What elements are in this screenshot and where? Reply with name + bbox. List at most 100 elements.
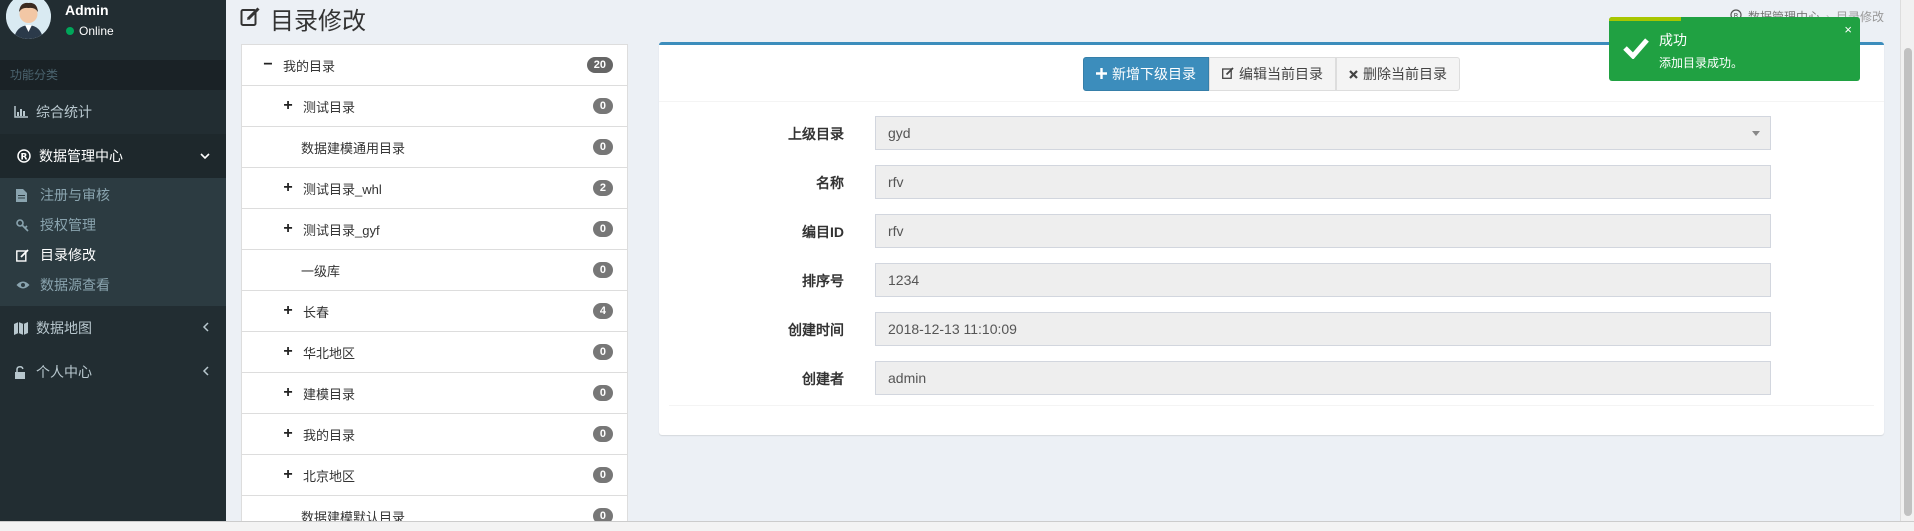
tree-node-label: 建模目录 — [303, 386, 356, 402]
unlock-icon — [14, 365, 36, 379]
catalog-tree: − 我的目录 20 + 测试目录 0 数据建模通用目录 0 + 测试目录_whl… — [241, 44, 628, 524]
add-child-catalog-button[interactable]: 新增下级目录 — [1083, 57, 1209, 91]
edit-catalog-label: 编辑当前目录 — [1239, 66, 1323, 82]
sidebar-item-personal[interactable]: 个人中心 — [0, 350, 226, 394]
name-field[interactable]: rfv — [875, 165, 1771, 199]
count-badge: 0 — [592, 98, 613, 114]
delete-catalog-button[interactable]: 删除当前目录 — [1336, 57, 1460, 91]
tree-node-label: 我的目录 — [283, 58, 336, 74]
edit-catalog-button[interactable]: 编辑当前目录 — [1209, 57, 1336, 91]
form-row-parent: 上级目录 gyd — [659, 116, 1884, 152]
form-row-code: 编目ID rfv — [659, 214, 1884, 250]
tree-node[interactable]: 一级库 0 — [242, 250, 627, 291]
toast-message: 添加目录成功。 — [1659, 56, 1744, 70]
form-divider — [669, 405, 1874, 406]
tree-node[interactable]: + 测试目录 0 — [242, 86, 627, 127]
code-field[interactable]: rfv — [875, 214, 1771, 248]
parent-select-value: gyd — [888, 125, 911, 141]
expand-icon[interactable]: + — [279, 220, 297, 238]
expand-icon[interactable]: + — [279, 179, 297, 197]
eye-icon — [16, 280, 40, 290]
sidebar-subitem-auth[interactable]: 授权管理 — [0, 210, 226, 240]
sidebar-item-data-center[interactable]: R 数据管理中心 — [0, 134, 226, 178]
expand-icon[interactable]: + — [279, 97, 297, 115]
form-row-sort: 排序号 1234 — [659, 263, 1884, 299]
count-badge: 0 — [592, 426, 613, 442]
count-badge: 0 — [592, 385, 613, 401]
file-text-icon — [16, 188, 40, 202]
expand-icon[interactable]: + — [279, 343, 297, 361]
sidebar-subitem-label: 授权管理 — [40, 217, 96, 233]
sidebar-subitem-register[interactable]: 注册与审核 — [0, 180, 226, 210]
tree-node[interactable]: + 测试目录_whl 2 — [242, 168, 627, 209]
code-label: 编目ID — [802, 224, 844, 240]
sort-field[interactable]: 1234 — [875, 263, 1771, 297]
sidebar-item-label: 数据管理中心 — [39, 148, 123, 164]
count-badge: 4 — [592, 303, 613, 319]
tree-node[interactable]: + 测试目录_gyf 0 — [242, 209, 627, 250]
tree-node[interactable]: + 北京地区 0 — [242, 455, 627, 496]
user-panel: Admin Online — [0, 0, 226, 60]
toast-close-button[interactable]: × — [1844, 22, 1852, 37]
plus-icon — [1096, 66, 1107, 82]
tree-node[interactable]: 数据建模通用目录 0 — [242, 127, 627, 168]
tree-node-label: 数据建模通用目录 — [301, 140, 406, 156]
tree-node[interactable]: + 我的目录 0 — [242, 414, 627, 455]
count-badge: 0 — [592, 221, 613, 237]
expand-icon[interactable]: + — [279, 384, 297, 402]
expand-icon[interactable]: + — [279, 425, 297, 443]
tree-node-label: 测试目录_whl — [303, 181, 382, 197]
created-field[interactable]: 2018-12-13 11:10:09 — [875, 312, 1771, 346]
count-badge: 0 — [592, 467, 613, 483]
tree-node-label: 华北地区 — [303, 345, 356, 361]
sidebar-subitem-datasource[interactable]: 数据源查看 — [0, 270, 226, 300]
avatar[interactable] — [6, 0, 51, 39]
chevron-down-icon — [200, 149, 210, 163]
chevron-left-icon — [202, 321, 210, 335]
sidebar-item-label: 数据地图 — [36, 320, 92, 336]
sidebar-section-header: 功能分类 — [0, 60, 226, 90]
sidebar-submenu: 注册与审核 授权管理 目录修改 数据源查看 — [0, 178, 226, 306]
edit-icon — [16, 248, 40, 262]
chevron-left-icon — [202, 365, 210, 379]
sidebar-item-data-map[interactable]: 数据地图 — [0, 306, 226, 350]
toolbar: 新增下级目录 编辑当前目录 删除当前目录 — [1083, 57, 1460, 91]
toast-progress — [1609, 17, 1681, 21]
sidebar-item-label: 个人中心 — [36, 364, 92, 380]
tree-node-root[interactable]: − 我的目录 20 — [242, 45, 627, 86]
form-row-created: 创建时间 2018-12-13 11:10:09 — [659, 312, 1884, 348]
parent-select[interactable]: gyd — [875, 116, 1771, 150]
expand-icon[interactable]: + — [279, 466, 297, 484]
catalog-detail-panel: 新增下级目录 编辑当前目录 删除当前目录 上级目录 gyd 名称 rfv 编目I… — [659, 42, 1884, 435]
tree-node[interactable]: + 长春 4 — [242, 291, 627, 332]
svg-text:R: R — [21, 153, 28, 163]
sidebar-subitem-label: 数据源查看 — [40, 277, 110, 293]
check-icon — [1623, 37, 1649, 62]
bar-chart-icon — [14, 106, 36, 118]
count-badge: 2 — [592, 180, 613, 196]
map-icon — [14, 321, 36, 335]
collapse-icon[interactable]: − — [259, 56, 277, 74]
tree-node[interactable]: + 华北地区 0 — [242, 332, 627, 373]
creator-label: 创建者 — [802, 371, 844, 387]
page-scrollbar[interactable] — [1900, 0, 1914, 521]
toast-title: 成功 — [1659, 32, 1687, 48]
tree-node-label: 测试目录 — [303, 99, 356, 115]
creator-field[interactable]: admin — [875, 361, 1771, 395]
tree-node-label: 北京地区 — [303, 468, 356, 484]
sort-label: 排序号 — [802, 273, 844, 289]
tree-node-label: 测试目录_gyf — [303, 222, 380, 238]
content-header: 目录修改 — [240, 0, 366, 36]
edit-icon — [1222, 66, 1234, 82]
scroll-thumb[interactable] — [1904, 48, 1912, 516]
created-label: 创建时间 — [788, 322, 844, 338]
tree-node[interactable]: + 建模目录 0 — [242, 373, 627, 414]
count-badge: 0 — [592, 262, 613, 278]
expand-icon[interactable]: + — [279, 302, 297, 320]
sidebar-subitem-catalog-edit[interactable]: 目录修改 — [0, 240, 226, 270]
user-status-label: Online — [79, 24, 114, 38]
caret-down-icon — [1752, 131, 1760, 136]
sidebar-item-statistics[interactable]: 综合统计 — [0, 90, 226, 134]
sidebar-subitem-label: 目录修改 — [40, 247, 96, 263]
tree-node[interactable]: 数据建模默认目录 0 — [242, 496, 627, 523]
